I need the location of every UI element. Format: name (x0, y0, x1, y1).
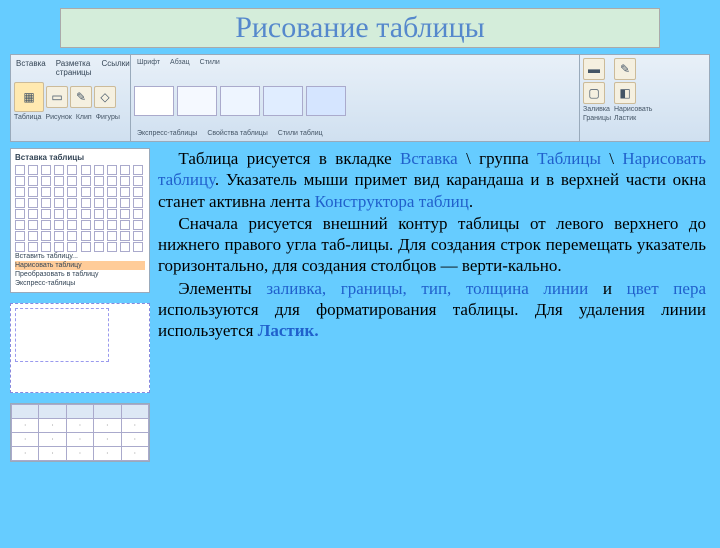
label-fill: Заливка (583, 106, 611, 113)
label-border: Границы (583, 115, 611, 122)
panel-links: Вставить таблицу... Нарисовать таблицу П… (15, 252, 145, 288)
tab-links[interactable]: Ссылки (100, 58, 132, 78)
ribbon: Вставка Разметка страницы Ссылки ▦ ▭ ✎ ◇… (10, 54, 710, 142)
tab-insert[interactable]: Вставка (14, 58, 48, 78)
sample-table: ····· ····· ····· (10, 403, 150, 462)
insert-table-panel: Вставка таблицы Вставить таблицу... Нари… (10, 148, 150, 293)
eraser-icon[interactable]: ◧ (614, 82, 636, 104)
mid-item[interactable]: Стили таблиц (275, 129, 326, 138)
ribbon-mid-group: Шрифт Абзац Стили Экспресс-таблицы Свойс… (131, 55, 579, 141)
body-text: Таблица рисуется в вкладке Вставка \ гру… (158, 148, 710, 462)
shapes-icon[interactable]: ◇ (94, 86, 116, 108)
hl-constructor: Конструктора таблиц (315, 192, 469, 211)
clip-icon[interactable]: ✎ (70, 86, 92, 108)
title-bar: Рисование таблицы (60, 8, 660, 48)
mid-item[interactable]: Абзац (167, 58, 193, 67)
table-icon[interactable]: ▦ (14, 82, 44, 112)
ribbon-right-group: ▬ ▢ Заливка Границы ✎ ◧ Нарисовать Ласти… (579, 55, 709, 141)
mid-item[interactable]: Свойства таблицы (204, 129, 270, 138)
mid-item[interactable]: Шрифт (134, 58, 163, 67)
paragraph-3: Элементы заливка, границы, тип, толщина … (158, 278, 706, 342)
drawing-preview (10, 303, 150, 393)
ribbon-tabs: Вставка Разметка страницы Ссылки (14, 58, 127, 78)
hl-tables: Таблицы (537, 149, 601, 168)
table-size-grid[interactable] (15, 165, 145, 252)
hl-eraser: Ластик. (258, 321, 319, 340)
hl-fill-border: заливка, границы, тип, толщина линии (266, 279, 588, 298)
link-draw-table[interactable]: Нарисовать таблицу (15, 261, 145, 270)
hl-insert: Вставка (400, 149, 458, 168)
ribbon-left-group: Вставка Разметка страницы Ссылки ▦ ▭ ✎ ◇… (11, 55, 131, 141)
draw-icon[interactable]: ✎ (614, 58, 636, 80)
mid-item[interactable]: Экспресс-таблицы (134, 129, 200, 138)
paragraph-1: Таблица рисуется в вкладке Вставка \ гру… (158, 148, 706, 212)
label-pic: Рисунок (45, 114, 71, 121)
label-clip: Клип (76, 114, 92, 121)
link-quick[interactable]: Экспресс-таблицы (15, 279, 145, 288)
label-eraser: Ластик (614, 115, 652, 122)
sidebar: Вставка таблицы Вставить таблицу... Нари… (10, 148, 150, 462)
link-convert[interactable]: Преобразовать в таблицу (15, 270, 145, 279)
label-table: Таблица (14, 114, 41, 121)
label-shape: Фигуры (96, 114, 120, 121)
paragraph-2: Сначала рисуется внешний контур таблицы … (158, 213, 706, 277)
label-draw: Нарисовать (614, 106, 652, 113)
fill-icon[interactable]: ▬ (583, 58, 605, 80)
content: Вставка таблицы Вставить таблицу... Нари… (10, 148, 710, 462)
hl-pen-color: цвет пера (627, 279, 706, 298)
tab-layout[interactable]: Разметка страницы (54, 58, 94, 78)
link-insert-table[interactable]: Вставить таблицу... (15, 252, 145, 261)
page-title: Рисование таблицы (69, 11, 651, 45)
border-icon[interactable]: ▢ (583, 82, 605, 104)
mid-item[interactable]: Стили (197, 58, 223, 67)
panel-title: Вставка таблицы (15, 153, 145, 162)
picture-icon[interactable]: ▭ (46, 86, 68, 108)
